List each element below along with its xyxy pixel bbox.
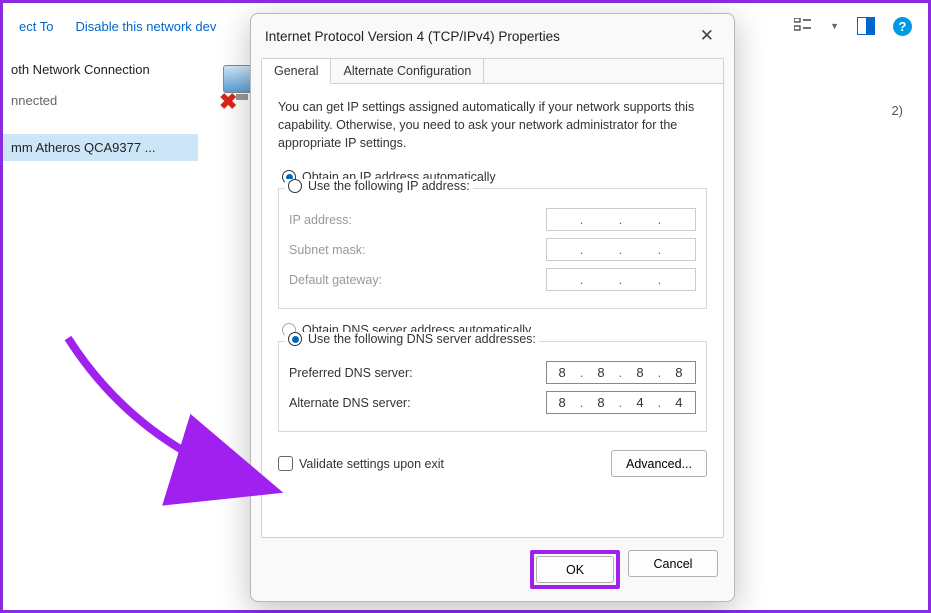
view-dropdown-chevron[interactable]: ▼ (830, 21, 839, 31)
adapter-row[interactable]: mm Atheros QCA9377 ... (3, 134, 198, 161)
validate-settings-checkbox[interactable]: Validate settings upon exit (278, 456, 444, 471)
view-options-button[interactable] (794, 18, 812, 35)
default-gateway-label: Default gateway: (289, 273, 382, 287)
default-gateway-input: ... (546, 268, 696, 291)
tab-alternate-configuration[interactable]: Alternate Configuration (331, 59, 484, 84)
alternate-dns-label: Alternate DNS server: (289, 396, 411, 410)
ip-address-input: ... (546, 208, 696, 231)
connection-name: oth Network Connection (3, 58, 198, 81)
background-content: oth Network Connection nnected mm Athero… (3, 58, 198, 161)
ipv4-properties-dialog: Internet Protocol Version 4 (TCP/IPv4) P… (250, 13, 735, 602)
subnet-mask-input: ... (546, 238, 696, 261)
help-icon[interactable]: ? (893, 17, 912, 36)
preferred-dns-label: Preferred DNS server: (289, 366, 413, 380)
radio-label: Use the following DNS server addresses: (308, 332, 536, 346)
dialog-titlebar: Internet Protocol Version 4 (TCP/IPv4) P… (251, 14, 734, 56)
radio-use-ip-manual[interactable]: Use the following IP address: (285, 179, 473, 193)
advanced-button[interactable]: Advanced... (611, 450, 707, 477)
dns-manual-group: Use the following DNS server addresses: … (278, 341, 707, 432)
connect-to-link[interactable]: ect To (19, 19, 53, 34)
intro-text: You can get IP settings assigned automat… (278, 98, 707, 152)
tab-general[interactable]: General (262, 59, 331, 84)
radio-use-dns-manual[interactable]: Use the following DNS server addresses: (285, 332, 539, 346)
item-count: 2) (891, 103, 903, 118)
disable-device-link[interactable]: Disable this network dev (75, 19, 216, 34)
checkbox-label: Validate settings upon exit (299, 457, 444, 471)
radio-icon (288, 179, 302, 193)
dialog-button-row: OK Cancel (251, 538, 734, 601)
ip-manual-group: Use the following IP address: IP address… (278, 188, 707, 309)
connection-status: nnected (3, 89, 198, 112)
tab-content-general: You can get IP settings assigned automat… (262, 84, 723, 537)
preferred-dns-input[interactable]: 8. 8. 8. 8 (546, 361, 696, 384)
ok-button[interactable]: OK (536, 556, 614, 583)
alternate-dns-input[interactable]: 8. 8. 4. 4 (546, 391, 696, 414)
subnet-mask-label: Subnet mask: (289, 243, 365, 257)
preview-pane-icon[interactable] (857, 17, 875, 35)
radio-icon (288, 332, 302, 346)
ok-button-highlight: OK (530, 550, 620, 589)
checkbox-icon (278, 456, 293, 471)
tab-strip: General Alternate Configuration (262, 59, 723, 84)
radio-label: Use the following IP address: (308, 179, 470, 193)
ip-address-label: IP address: (289, 213, 352, 227)
cancel-button[interactable]: Cancel (628, 550, 718, 577)
dialog-title: Internet Protocol Version 4 (TCP/IPv4) P… (265, 29, 560, 44)
disabled-x-icon: ✖ (219, 89, 239, 109)
close-icon[interactable]: ✕ (694, 24, 720, 48)
